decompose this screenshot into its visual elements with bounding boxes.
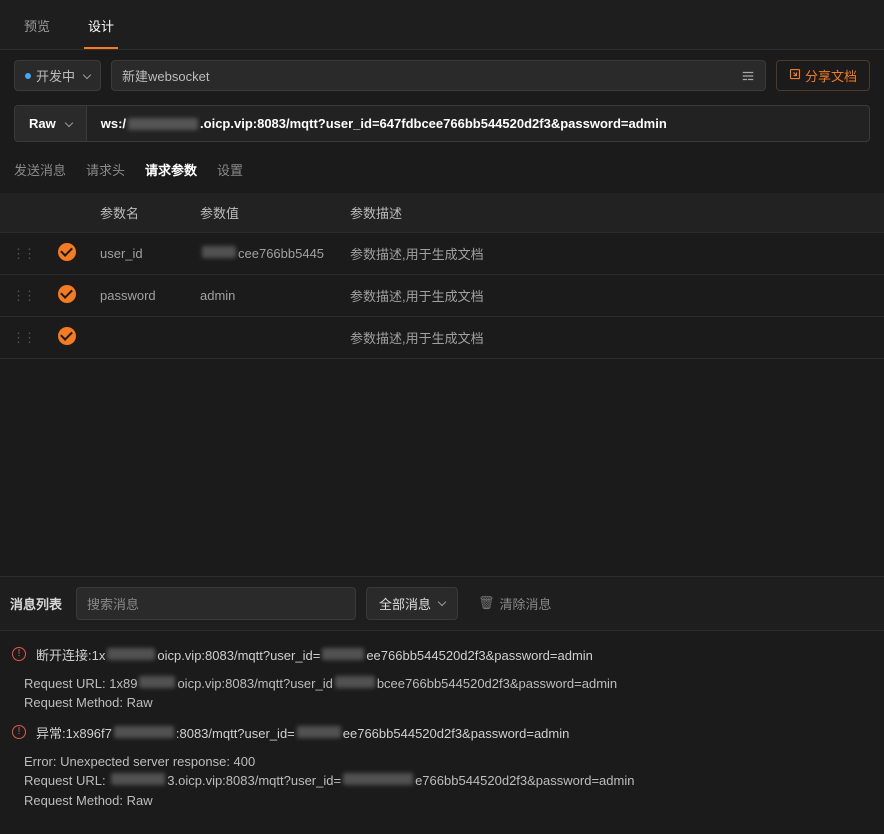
redacted-segment (202, 246, 236, 258)
param-desc-cell[interactable]: 参数描述,用于生成文档 (338, 275, 884, 317)
url-prefix: ws:/ (101, 116, 126, 131)
message-detail: Error: Unexpected server response: 400 R… (8, 748, 876, 815)
enable-toggle[interactable] (58, 285, 76, 303)
param-value-cell[interactable]: admin (188, 275, 338, 317)
chevron-down-icon (438, 598, 446, 606)
table-row: ⋮⋮ user_id cee766bb5445 参数描述,用于生成文档 (0, 233, 884, 275)
error-icon: ! (12, 725, 26, 739)
table-row: ⋮⋮ 参数描述,用于生成文档 (0, 317, 884, 359)
drag-handle-icon[interactable]: ⋮⋮ (12, 288, 34, 303)
col-param-name: 参数名 (88, 193, 188, 233)
top-tab-bar: 预览 设计 (0, 0, 884, 50)
url-bar: Raw ws:/ .oicp.vip:8083/mqtt?user_id=647… (14, 105, 870, 142)
drag-handle-icon[interactable]: ⋮⋮ (12, 330, 34, 345)
param-name-cell[interactable]: user_id (88, 233, 188, 275)
table-row: ⋮⋮ password admin 参数描述,用于生成文档 (0, 275, 884, 317)
share-button[interactable]: 分享文档 (776, 60, 870, 91)
error-icon: ! (12, 647, 26, 661)
method-label: Raw (29, 116, 56, 131)
enable-toggle[interactable] (58, 243, 76, 261)
col-param-value: 参数值 (188, 193, 338, 233)
message-toolbar: 消息列表 搜索消息 全部消息 清除消息 (0, 576, 884, 631)
url-input[interactable]: ws:/ .oicp.vip:8083/mqtt?user_id=647fdbc… (87, 106, 869, 141)
tab-settings[interactable]: 设置 (217, 160, 243, 183)
name-input[interactable]: 新建websocket (111, 60, 766, 91)
header-row: 开发中 新建websocket 分享文档 (0, 50, 884, 101)
enable-toggle[interactable] (58, 327, 76, 345)
message-row[interactable]: ! 异常:1x896f7:8083/mqtt?user_id=ee766bb54… (8, 717, 876, 748)
status-label: 开发中 (36, 66, 75, 85)
message-list: ! 断开连接:1xoicp.vip:8083/mqtt?user_id=ee76… (0, 631, 884, 834)
message-text: 断开连接:1xoicp.vip:8083/mqtt?user_id=ee766b… (36, 645, 593, 664)
share-icon (789, 68, 801, 83)
secondary-tab-bar: 发送消息 请求头 请求参数 设置 (0, 142, 884, 193)
message-filter-dropdown[interactable]: 全部消息 (366, 587, 458, 620)
param-value-cell[interactable]: cee766bb5445 (188, 233, 338, 275)
param-name-cell[interactable] (88, 317, 188, 359)
url-rest: .oicp.vip:8083/mqtt?user_id=647fdbcee766… (200, 116, 667, 131)
tab-request-params[interactable]: 请求参数 (145, 160, 197, 183)
method-dropdown[interactable]: Raw (15, 106, 87, 141)
param-desc-cell[interactable]: 参数描述,用于生成文档 (338, 317, 884, 359)
message-search-input[interactable]: 搜索消息 (76, 587, 356, 620)
filter-label: 全部消息 (379, 594, 431, 613)
tab-request-headers[interactable]: 请求头 (86, 160, 125, 183)
chevron-down-icon (64, 118, 72, 126)
tab-send-message[interactable]: 发送消息 (14, 160, 66, 183)
trash-icon (478, 595, 495, 611)
param-name-cell[interactable]: password (88, 275, 188, 317)
clear-label: 清除消息 (500, 594, 552, 613)
tab-preview[interactable]: 预览 (20, 8, 54, 49)
message-text: 异常:1x896f7:8083/mqtt?user_id=ee766bb5445… (36, 723, 569, 742)
edit-icon[interactable] (741, 69, 755, 83)
value-suffix: cee766bb5445 (238, 246, 324, 261)
col-enable (46, 193, 88, 233)
name-value: 新建websocket (122, 66, 209, 85)
chevron-down-icon (83, 70, 91, 78)
message-list-title: 消息列表 (6, 594, 66, 613)
status-dropdown[interactable]: 开发中 (14, 60, 101, 91)
redacted-segment (128, 118, 198, 130)
message-row[interactable]: ! 断开连接:1xoicp.vip:8083/mqtt?user_id=ee76… (8, 639, 876, 670)
param-value-cell[interactable] (188, 317, 338, 359)
col-drag (0, 193, 46, 233)
drag-handle-icon[interactable]: ⋮⋮ (12, 246, 34, 261)
clear-messages-button[interactable]: 清除消息 (468, 588, 562, 619)
tab-design[interactable]: 设计 (84, 8, 118, 49)
share-label: 分享文档 (805, 66, 857, 85)
message-detail: Request URL: 1x89oicp.vip:8083/mqtt?user… (8, 670, 876, 717)
params-table: 参数名 参数值 参数描述 ⋮⋮ user_id cee766bb5445 参数描… (0, 193, 884, 359)
param-desc-cell[interactable]: 参数描述,用于生成文档 (338, 233, 884, 275)
status-dot-icon (25, 73, 31, 79)
col-param-desc: 参数描述 (338, 193, 884, 233)
